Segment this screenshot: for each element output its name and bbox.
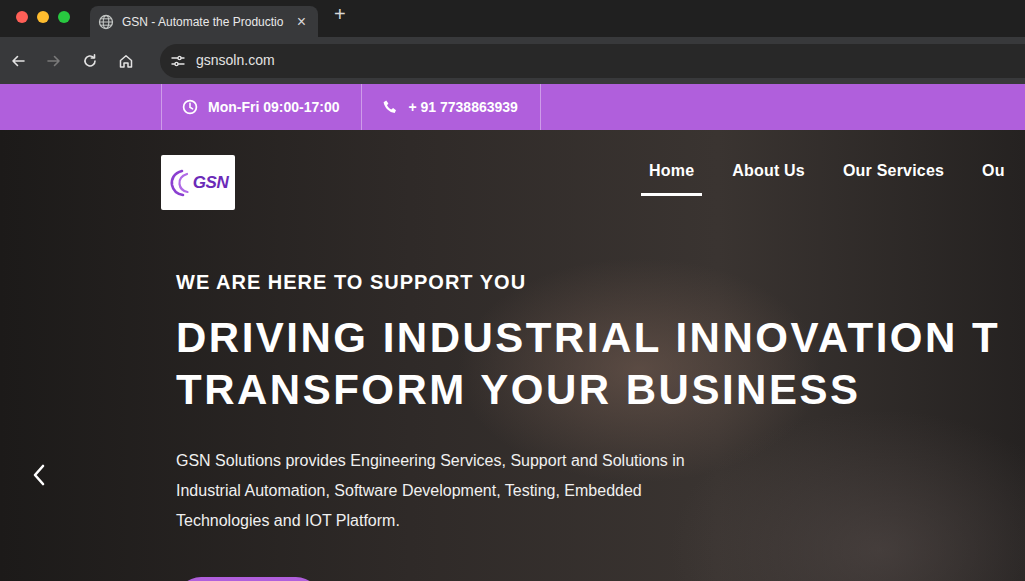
home-icon[interactable] <box>116 51 136 71</box>
main-nav: Home About Us Our Services Ou <box>641 153 1013 196</box>
globe-icon <box>98 14 114 30</box>
zoom-button[interactable] <box>58 11 70 23</box>
browser-tab[interactable]: GSN - Automate the Productio × <box>90 6 318 37</box>
chevron-left-icon[interactable] <box>28 463 50 487</box>
site-header: GSN Home About Us Our Services Ou <box>0 130 1025 210</box>
address-bar[interactable]: gsnsoln.com <box>160 44 1025 78</box>
contact-text: + 91 7738863939 <box>408 97 517 118</box>
reload-icon[interactable] <box>80 51 100 71</box>
nav-link[interactable]: Our Services <box>835 153 952 196</box>
hero-slider: GSN Home About Us Our Services Ou WE ARE HERE… <box>0 130 1025 581</box>
new-tab-button[interactable]: + <box>334 4 346 24</box>
nav-link[interactable]: Home <box>641 153 702 196</box>
hero-eyebrow: WE ARE HERE TO SUPPORT YOU <box>176 270 1025 294</box>
site-info-icon[interactable] <box>170 53 186 69</box>
text-line: GSN Solutions provides Engineering Servi… <box>176 446 1025 476</box>
contact-item: + 91 7738863939 <box>362 84 540 130</box>
forward-icon[interactable] <box>44 51 64 71</box>
back-icon[interactable] <box>8 51 28 71</box>
text-line: Technologies and IOT Platform. <box>176 506 1025 536</box>
url-text[interactable]: gsnsoln.com <box>196 50 275 71</box>
hero-headline: DRIVING INDUSTRIAL INNOVATION TTRANSFORM… <box>176 312 1025 416</box>
headline-line: DRIVING INDUSTRIAL INNOVATION T <box>176 312 1025 364</box>
phone-icon <box>382 99 398 115</box>
logo-arcs-icon <box>168 168 192 198</box>
tab-close-button[interactable]: × <box>295 14 308 30</box>
headline-line: TRANSFORM YOUR BUSINESS <box>176 364 1025 416</box>
nav-link[interactable]: About Us <box>724 153 813 196</box>
contact-text: Mon-Fri 09:00-17:00 <box>208 97 339 118</box>
site-logo[interactable]: GSN <box>161 155 235 210</box>
text-line: Industrial Automation, Software Developm… <box>176 476 1025 506</box>
toolbar: gsnsoln.com <box>0 37 1025 84</box>
read-more-button[interactable] <box>176 577 321 581</box>
minimize-button[interactable] <box>37 11 49 23</box>
nav-link[interactable]: Ou <box>974 153 1013 196</box>
hero-copy: WE ARE HERE TO SUPPORT YOU DRIVING INDUST… <box>0 270 1025 581</box>
hero-text: GSN Solutions provides Engineering Servi… <box>176 446 1025 536</box>
contact-bar: Mon-Fri 09:00-17:00 + 91 7738863939 <box>0 84 1025 130</box>
contact-item: Mon-Fri 09:00-17:00 <box>161 84 362 130</box>
tab-strip: GSN - Automate the Productio × + <box>0 0 1025 37</box>
window-controls <box>0 0 90 34</box>
clock-icon <box>182 99 198 115</box>
close-button[interactable] <box>16 11 28 23</box>
tab-title: GSN - Automate the Productio <box>122 13 287 31</box>
logo-text: GSN <box>193 170 228 196</box>
